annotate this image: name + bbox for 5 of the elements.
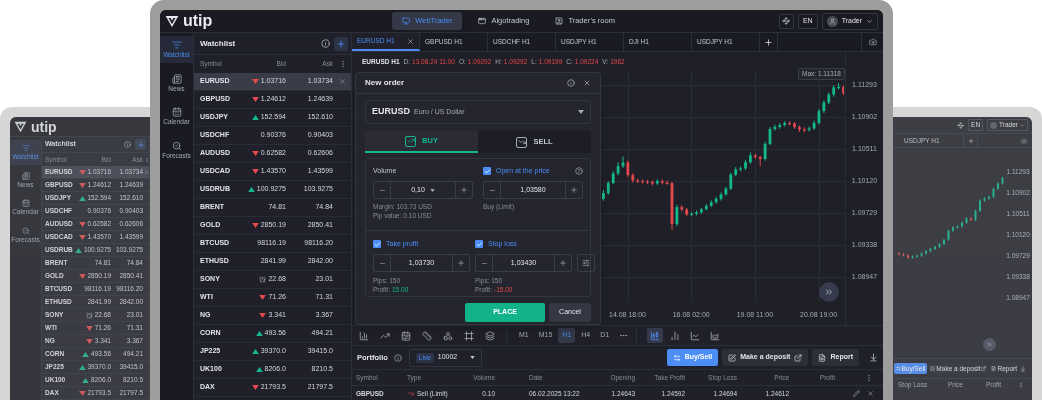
dialog-title: New order — [365, 77, 405, 89]
symbol-code: EURUSD — [372, 105, 410, 119]
logo-text: utip — [31, 119, 57, 134]
panel-title: Watchlist — [200, 37, 236, 50]
logo-text: utip — [183, 13, 213, 29]
